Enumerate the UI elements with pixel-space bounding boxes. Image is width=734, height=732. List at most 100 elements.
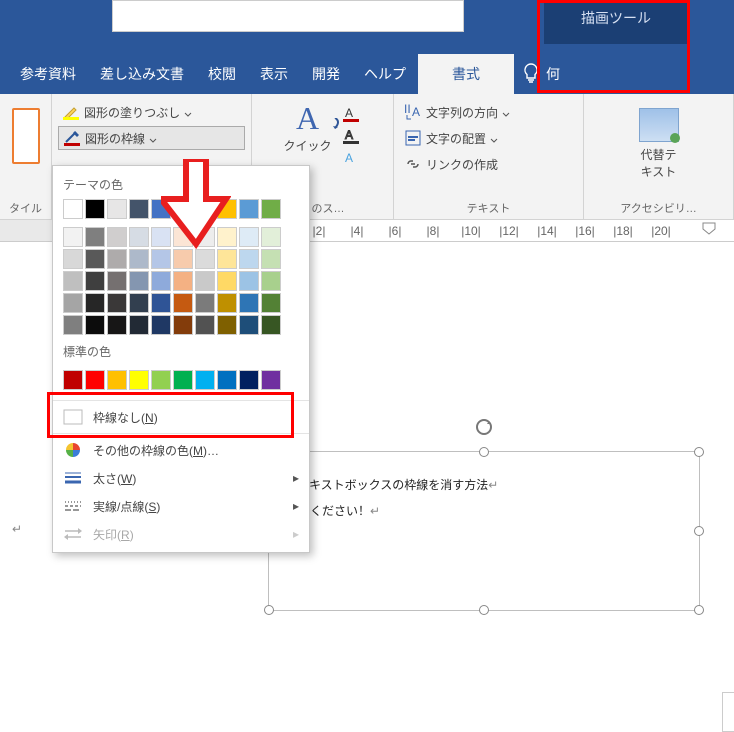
tab-references[interactable]: 参考資料 (0, 54, 88, 94)
color-swatch[interactable] (261, 370, 281, 390)
wordart-quick-styles-button[interactable]: A クイック (283, 100, 331, 168)
resize-handle[interactable] (264, 605, 274, 615)
tab-view[interactable]: 表示 (248, 54, 300, 94)
color-swatch[interactable] (217, 227, 237, 247)
text-effects-button[interactable]: A (340, 148, 362, 168)
color-swatch[interactable] (151, 227, 171, 247)
resize-handle[interactable] (694, 447, 704, 457)
color-swatch[interactable] (195, 315, 215, 335)
tab-tell-me-frag[interactable]: 何 (540, 54, 572, 94)
color-swatch[interactable] (129, 249, 149, 269)
color-swatch[interactable] (85, 370, 105, 390)
color-swatch[interactable] (151, 199, 171, 219)
layout-options-button[interactable] (722, 692, 734, 732)
color-swatch[interactable] (173, 249, 193, 269)
color-swatch[interactable] (217, 249, 237, 269)
color-swatch[interactable] (63, 249, 83, 269)
color-swatch[interactable] (239, 227, 259, 247)
create-link-button[interactable]: リンクの作成 (400, 152, 577, 176)
style-sample-icon[interactable] (12, 108, 40, 164)
color-swatch[interactable] (63, 271, 83, 291)
color-swatch[interactable] (151, 315, 171, 335)
tab-help[interactable]: ヘルプ (352, 54, 418, 94)
text-fill-button[interactable]: A (340, 104, 362, 124)
color-swatch[interactable] (261, 227, 281, 247)
color-swatch[interactable] (173, 293, 193, 313)
color-swatch[interactable] (261, 199, 281, 219)
tab-developer[interactable]: 開発 (300, 54, 352, 94)
color-swatch[interactable] (173, 199, 193, 219)
color-swatch[interactable] (195, 293, 215, 313)
selected-text-box[interactable]: d でテキストボックスの枠線を消す方法↵ 教えてください！↵ (268, 451, 700, 611)
color-swatch[interactable] (107, 271, 127, 291)
shape-outline-button[interactable]: 図形の枠線 (58, 126, 245, 150)
rotate-handle-icon[interactable] (475, 418, 493, 436)
text-direction-button[interactable]: IIA 文字列の方向 (400, 100, 577, 124)
color-swatch[interactable] (107, 370, 127, 390)
color-swatch[interactable] (63, 199, 83, 219)
color-swatch[interactable] (151, 271, 171, 291)
color-swatch[interactable] (195, 370, 215, 390)
color-swatch[interactable] (195, 271, 215, 291)
color-swatch[interactable] (63, 370, 83, 390)
color-swatch[interactable] (217, 271, 237, 291)
outline-dashes-item[interactable]: 実線/点線(S) ▸ (53, 492, 309, 520)
color-swatch[interactable] (129, 370, 149, 390)
search-input[interactable] (112, 0, 464, 32)
color-swatch[interactable] (217, 370, 237, 390)
text-box-content[interactable]: d でテキストボックスの枠線を消す方法↵ 教えてください！↵ (269, 452, 699, 530)
color-swatch[interactable] (173, 315, 193, 335)
color-swatch[interactable] (195, 249, 215, 269)
color-swatch[interactable] (261, 315, 281, 335)
color-swatch[interactable] (195, 199, 215, 219)
color-swatch[interactable] (107, 293, 127, 313)
color-swatch[interactable] (217, 315, 237, 335)
color-swatch[interactable] (217, 199, 237, 219)
color-swatch[interactable] (85, 271, 105, 291)
tab-review[interactable]: 校閲 (196, 54, 248, 94)
color-swatch[interactable] (129, 315, 149, 335)
resize-handle[interactable] (694, 605, 704, 615)
color-swatch[interactable] (173, 227, 193, 247)
shape-fill-button[interactable]: 図形の塗りつぶし (58, 100, 245, 124)
color-swatch[interactable] (173, 370, 193, 390)
resize-handle[interactable] (694, 526, 704, 536)
color-swatch[interactable] (261, 271, 281, 291)
color-swatch[interactable] (151, 249, 171, 269)
color-swatch[interactable] (85, 199, 105, 219)
color-swatch[interactable] (239, 199, 259, 219)
text-alignment-button[interactable]: 文字の配置 (400, 126, 577, 150)
color-swatch[interactable] (107, 227, 127, 247)
color-swatch[interactable] (195, 227, 215, 247)
color-swatch[interactable] (129, 199, 149, 219)
color-swatch[interactable] (239, 293, 259, 313)
color-swatch[interactable] (107, 199, 127, 219)
color-swatch[interactable] (63, 227, 83, 247)
resize-handle[interactable] (479, 605, 489, 615)
color-swatch[interactable] (239, 271, 259, 291)
color-swatch[interactable] (129, 227, 149, 247)
color-swatch[interactable] (261, 249, 281, 269)
color-swatch[interactable] (173, 271, 193, 291)
tab-mailings[interactable]: 差し込み文書 (88, 54, 196, 94)
color-swatch[interactable] (63, 315, 83, 335)
outline-weight-item[interactable]: 太さ(W) ▸ (53, 464, 309, 492)
text-outline-button[interactable]: A (340, 126, 362, 146)
indent-marker-icon[interactable] (702, 222, 716, 238)
more-outline-colors-item[interactable]: その他の枠線の色(M)… (53, 436, 309, 464)
color-swatch[interactable] (85, 227, 105, 247)
color-swatch[interactable] (239, 315, 259, 335)
color-swatch[interactable] (107, 249, 127, 269)
color-swatch[interactable] (239, 370, 259, 390)
color-swatch[interactable] (239, 249, 259, 269)
color-swatch[interactable] (261, 293, 281, 313)
color-swatch[interactable] (85, 293, 105, 313)
color-swatch[interactable] (129, 293, 149, 313)
color-swatch[interactable] (151, 370, 171, 390)
color-swatch[interactable] (85, 249, 105, 269)
alt-text-icon[interactable] (639, 108, 679, 142)
color-swatch[interactable] (129, 271, 149, 291)
color-swatch[interactable] (107, 315, 127, 335)
no-outline-item[interactable]: 枠線なし(N) (53, 403, 309, 431)
resize-handle[interactable] (479, 447, 489, 457)
